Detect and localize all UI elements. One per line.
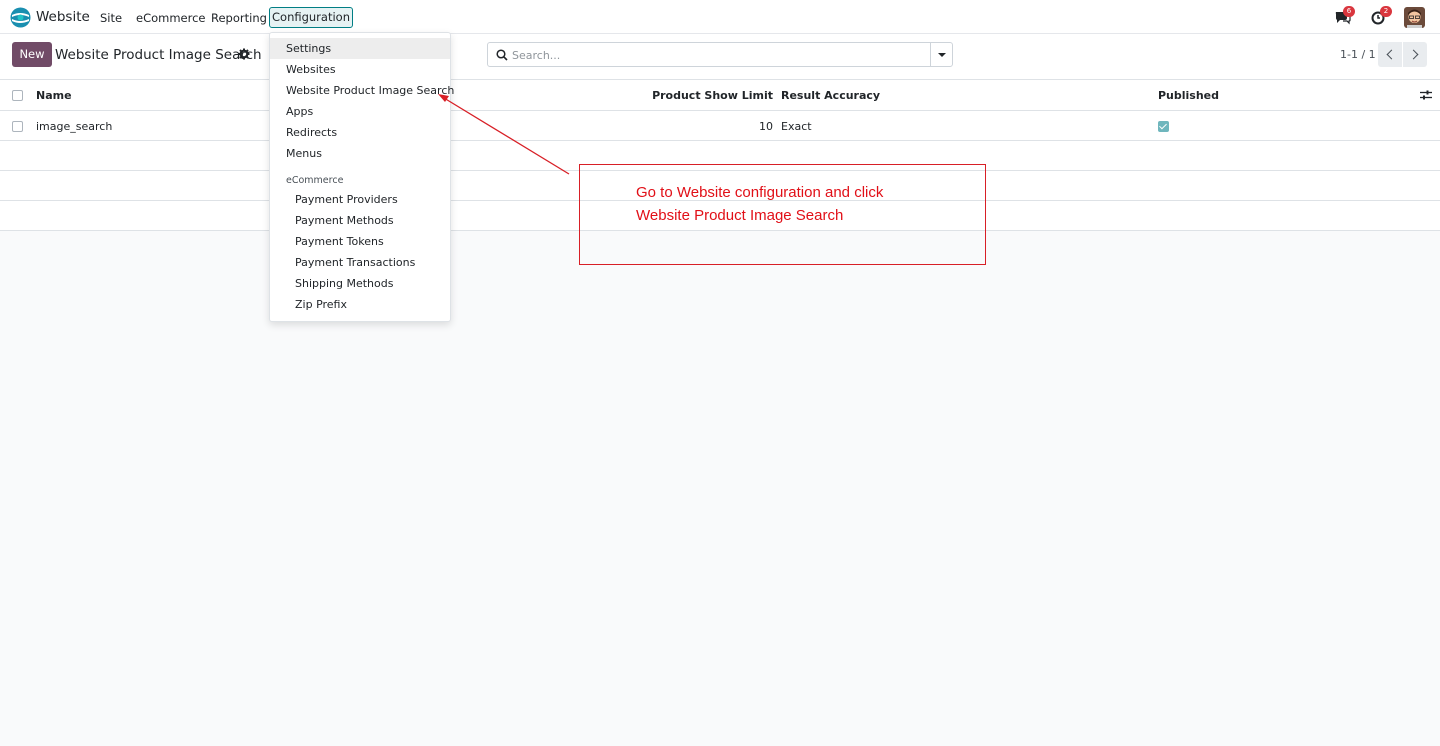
cell-product-show-limit: 10 [759, 120, 773, 133]
menu-item-shipping-methods[interactable]: Shipping Methods [270, 273, 450, 294]
menu-item-payment-providers[interactable]: Payment Providers [270, 189, 450, 210]
cell-result-accuracy: Exact [781, 120, 812, 133]
annotation-line-1: Go to Website configuration and click [636, 184, 884, 201]
menu-ecommerce[interactable]: eCommerce [136, 11, 206, 25]
gear-icon[interactable] [238, 48, 250, 60]
menu-configuration[interactable]: Configuration [269, 7, 353, 28]
column-header-published[interactable]: Published [1158, 89, 1219, 102]
pager-next-button[interactable] [1403, 42, 1427, 67]
new-button[interactable]: New [12, 42, 52, 67]
messages-badge: 6 [1343, 6, 1355, 17]
pager-value[interactable]: 1-1 / 1 [1340, 48, 1376, 61]
search-input[interactable] [512, 47, 922, 63]
control-panel: New Website Product Image Search 1-1 / 1 [0, 34, 1440, 80]
menu-item-redirects[interactable]: Redirects [270, 122, 450, 143]
menu-item-payment-tokens[interactable]: Payment Tokens [270, 231, 450, 252]
menu-item-settings[interactable]: Settings [270, 38, 450, 59]
cell-name: image_search [36, 120, 113, 133]
messages-button[interactable]: 6 [1335, 6, 1355, 25]
user-avatar-icon [1404, 7, 1425, 28]
column-header-name[interactable]: Name [36, 89, 72, 102]
menu-item-apps[interactable]: Apps [270, 101, 450, 122]
optional-columns-icon[interactable] [1420, 89, 1432, 101]
published-checkbox[interactable] [1158, 121, 1169, 132]
menu-item-menus[interactable]: Menus [270, 143, 450, 164]
activities-badge: 2 [1380, 6, 1392, 17]
user-avatar[interactable] [1404, 7, 1425, 28]
row-checkbox[interactable] [12, 121, 23, 132]
section-header-ecommerce: eCommerce [286, 175, 344, 186]
configuration-dropdown: Settings Websites Website Product Image … [269, 32, 454, 322]
app-name[interactable]: Website [36, 9, 90, 25]
pager-previous-button[interactable] [1378, 42, 1402, 67]
search-options-toggle[interactable] [930, 43, 952, 66]
table-row[interactable]: image_search 10 Exact [0, 111, 1440, 141]
annotation-text: Go to Website configuration and click We… [636, 181, 976, 227]
menu-item-websites[interactable]: Websites [270, 59, 450, 80]
search-bar [487, 42, 953, 67]
top-navbar: Website Site eCommerce Reporting Configu… [0, 0, 1440, 34]
menu-item-website-product-image-search[interactable]: Website Product Image Search [270, 80, 454, 101]
select-all-checkbox[interactable] [12, 90, 23, 101]
table-header: Name Product Show Limit Result Accuracy … [0, 80, 1440, 111]
menu-item-payment-methods[interactable]: Payment Methods [270, 210, 450, 231]
menu-site[interactable]: Site [100, 11, 122, 25]
chevron-left-icon [1386, 49, 1397, 60]
activities-button[interactable]: 2 [1371, 6, 1392, 25]
menu-item-zip-prefix[interactable]: Zip Prefix [270, 294, 450, 315]
chevron-right-icon [1408, 49, 1419, 60]
column-header-result-accuracy[interactable]: Result Accuracy [781, 89, 880, 102]
search-icon [496, 49, 508, 61]
column-header-product-show-limit[interactable]: Product Show Limit [652, 89, 773, 102]
menu-reporting[interactable]: Reporting [211, 11, 267, 25]
caret-down-icon [938, 53, 946, 57]
menu-item-payment-transactions[interactable]: Payment Transactions [270, 252, 450, 273]
page-title: Website Product Image Search [55, 47, 262, 63]
website-app-icon[interactable] [10, 7, 31, 28]
annotation-box: Go to Website configuration and click We… [579, 164, 986, 265]
annotation-line-2: Website Product Image Search [636, 207, 844, 224]
